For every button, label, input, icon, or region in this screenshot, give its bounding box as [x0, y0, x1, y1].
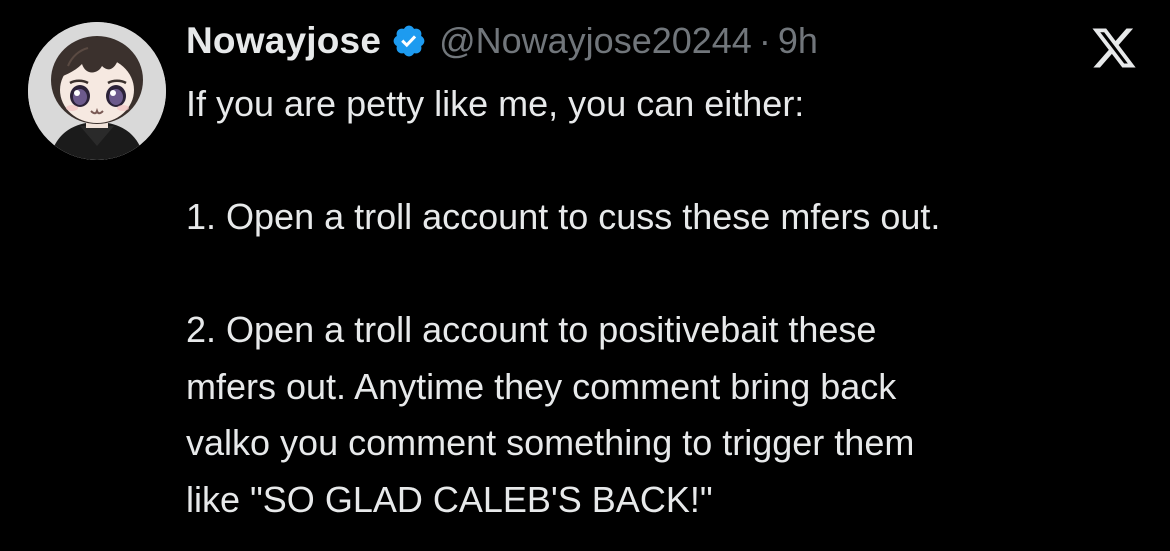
tweet-timestamp[interactable]: 9h — [778, 20, 818, 62]
tweet-card[interactable]: Nowayjose @Nowayjose20244 · 9h If you ar… — [0, 0, 1170, 551]
tweet-text-line: If you are petty like me, you can either… — [186, 83, 805, 124]
tweet-text-line: mfers out. Anytime they comment bring ba… — [186, 365, 897, 407]
verified-badge-icon[interactable] — [391, 23, 427, 59]
author-display-name[interactable]: Nowayjose — [186, 20, 381, 62]
tweet-text: If you are petty like me, you can either… — [186, 76, 1146, 528]
tweet-text-spacer — [186, 133, 1146, 190]
tweet-text-spacer — [186, 246, 1146, 303]
x-logo-icon[interactable] — [1090, 24, 1138, 72]
tweet-text-line: valko you comment something to trigger t… — [186, 422, 915, 463]
author-handle[interactable]: @Nowayjose20244 — [439, 20, 752, 62]
avatar[interactable] — [28, 22, 166, 160]
tweet-text-line: 2. Open a troll account to positivebait … — [186, 309, 877, 350]
anime-avatar-icon — [28, 22, 166, 160]
tweet-header: Nowayjose @Nowayjose20244 · 9h — [186, 16, 818, 66]
header-separator: · — [758, 20, 771, 61]
tweet-text-line: 1. Open a troll account to cuss these mf… — [186, 196, 941, 237]
tweet-text-line: like "SO GLAD CALEB'S BACK!" — [186, 478, 713, 520]
